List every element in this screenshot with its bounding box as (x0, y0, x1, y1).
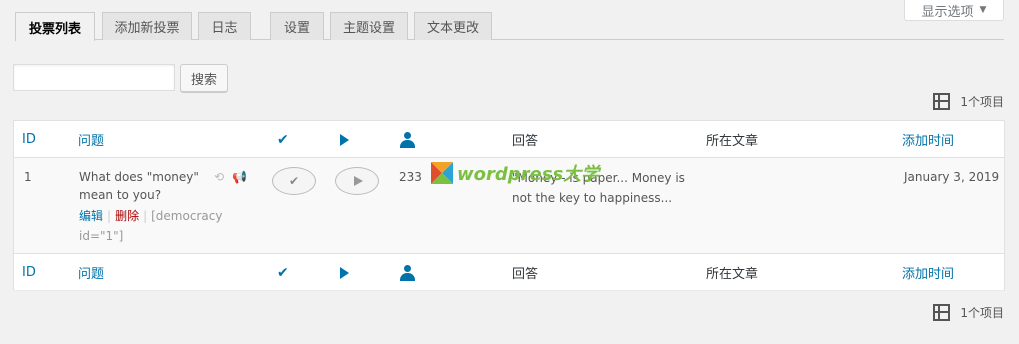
play-icon (354, 176, 363, 186)
play-icon (340, 266, 349, 279)
tab-settings[interactable]: 设置 (270, 12, 324, 40)
polls-table: ID 问题 ✔ 回答 所在文章 添加时间 1 What does "money"… (13, 120, 1005, 290)
pagination-info-top: 1个项目 (933, 93, 1004, 110)
column-question[interactable]: 问题 (78, 121, 104, 158)
table-row: 1 What does "money" mean to you? ⟲ 📢 编辑 |… (14, 158, 1004, 253)
row-votes: 233 (399, 170, 422, 184)
table-footer: ID 问题 ✔ 回答 所在文章 添加时间 (14, 253, 1004, 290)
row-status-icons: ⟲ 📢 (214, 170, 247, 184)
column-date[interactable]: 添加时间 (902, 121, 954, 158)
row-answers: "Money - is paper... Money is not the ke… (512, 171, 685, 205)
tab-poll-list[interactable]: 投票列表 (15, 12, 95, 41)
delete-link[interactable]: 删除 (115, 209, 139, 223)
table-icon (933, 304, 951, 321)
activate-button[interactable]: ✔ (272, 167, 316, 195)
user-icon (400, 264, 415, 281)
pagination-info-bottom: 1个项目 (933, 304, 1004, 321)
tab-add-poll[interactable]: 添加新投票 (102, 12, 192, 40)
open-button[interactable] (335, 167, 379, 195)
tab-logs[interactable]: 日志 (198, 12, 251, 40)
megaphone-icon[interactable]: 📢 (232, 170, 247, 184)
search-input[interactable] (13, 64, 175, 91)
row-date: January 3, 2019 (904, 170, 1000, 184)
column-open[interactable] (340, 254, 349, 291)
row-actions: 编辑 | 删除 | [democracy id="1"] (79, 209, 223, 243)
column-active[interactable]: ✔ (277, 121, 289, 158)
column-active[interactable]: ✔ (277, 254, 289, 291)
row-id: 1 (24, 170, 32, 184)
column-question[interactable]: 问题 (78, 254, 104, 291)
tab-text-changes[interactable]: 文本更改 (414, 12, 492, 40)
check-icon: ✔ (277, 131, 289, 148)
column-id[interactable]: ID (22, 121, 36, 158)
column-users[interactable] (400, 254, 415, 291)
row-question: What does "money" mean to you? (79, 170, 199, 202)
check-icon: ✔ (277, 264, 289, 281)
column-post: 所在文章 (706, 267, 759, 282)
column-answers: 回答 (512, 134, 539, 149)
column-answers: 回答 (512, 267, 539, 282)
table-icon (933, 93, 951, 110)
column-post: 所在文章 (706, 134, 759, 149)
check-icon: ✔ (288, 174, 300, 188)
column-id[interactable]: ID (22, 254, 36, 291)
edit-link[interactable]: 编辑 (79, 209, 103, 223)
refresh-icon[interactable]: ⟲ (214, 170, 224, 184)
nav-tabs: 投票列表 添加新投票 日志 设置 主题设置 文本更改 (15, 12, 1004, 41)
column-open[interactable] (340, 121, 349, 158)
column-date[interactable]: 添加时间 (902, 254, 954, 291)
item-count: 1个项目 (960, 95, 1004, 109)
item-count: 1个项目 (960, 306, 1004, 320)
table-header: ID 问题 ✔ 回答 所在文章 添加时间 (14, 121, 1004, 158)
play-icon (340, 133, 349, 146)
user-icon (400, 131, 415, 148)
column-users[interactable] (400, 121, 415, 158)
tab-theme-settings[interactable]: 主题设置 (330, 12, 408, 40)
search-button[interactable]: 搜索 (180, 64, 228, 92)
